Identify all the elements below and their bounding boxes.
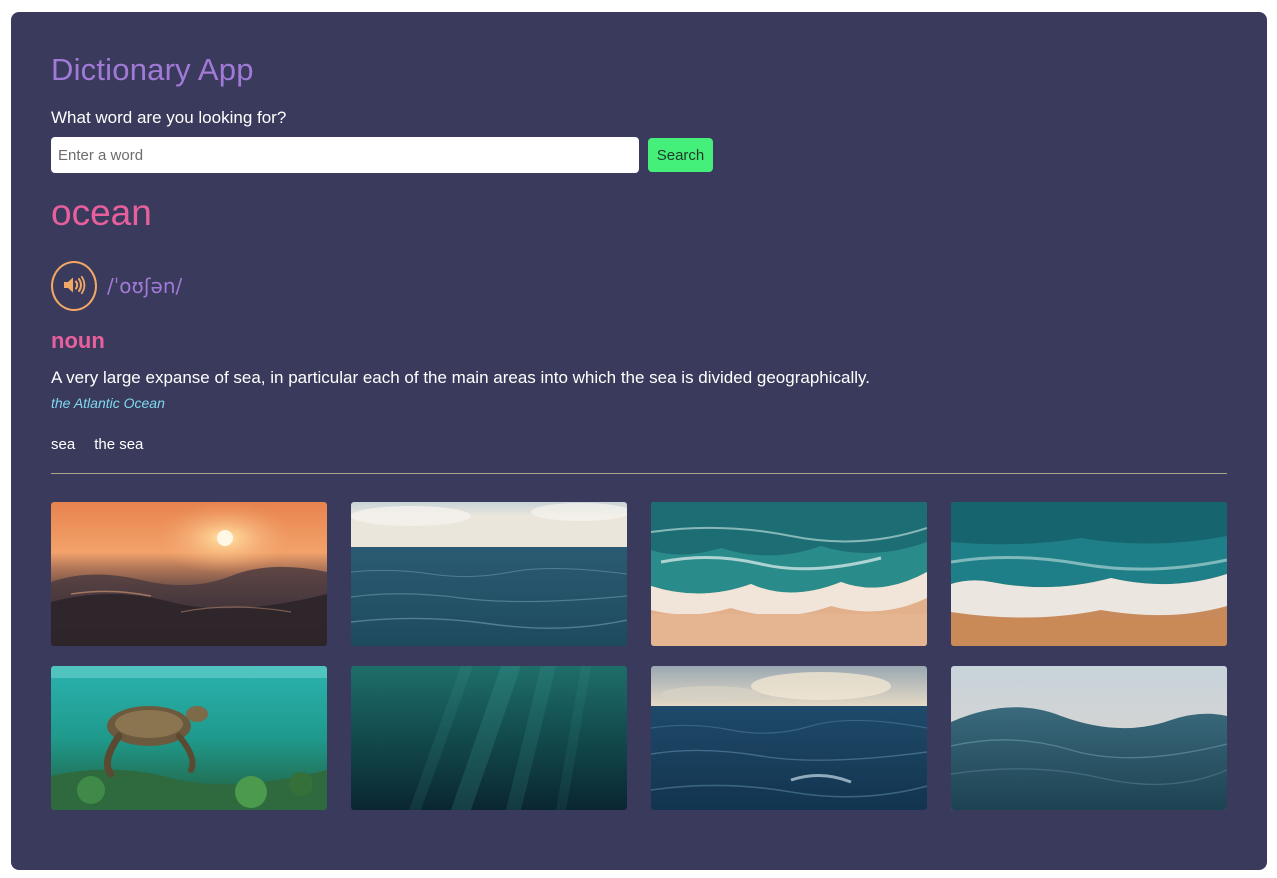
synonym-item: the sea xyxy=(94,436,144,453)
part-of-speech: noun xyxy=(51,328,105,353)
word-heading: ocean xyxy=(51,192,152,233)
open-sea-horizon-photo xyxy=(351,502,627,646)
play-pronunciation-button[interactable] xyxy=(51,261,97,311)
sunset-over-waves-photo xyxy=(51,502,327,646)
app-title: Dictionary App xyxy=(51,52,254,87)
sea-turtle-underwater-photo xyxy=(51,666,327,810)
synonyms-list: sea the sea xyxy=(51,436,143,453)
close-up-calm-wave-photo xyxy=(951,666,1227,810)
choppy-sea-under-clouds-photo xyxy=(651,666,927,810)
aerial-waves-on-beach-photo xyxy=(651,502,927,646)
speaker-icon xyxy=(62,275,86,298)
example-text: the Atlantic Ocean xyxy=(51,395,165,411)
search-prompt-label: What word are you looking for? xyxy=(51,108,287,127)
phonetic-text: /ˈoʊʃən/ xyxy=(107,274,183,298)
search-button[interactable]: Search xyxy=(648,138,713,172)
deep-underwater-light-rays-photo xyxy=(351,666,627,810)
app-card: Dictionary App What word are you looking… xyxy=(11,12,1267,870)
definition-text: A very large expanse of sea, in particul… xyxy=(51,368,870,387)
section-divider xyxy=(51,473,1227,474)
aerial-shoreline-foam-photo xyxy=(951,502,1227,646)
synonym-item: sea xyxy=(51,436,76,453)
search-input[interactable] xyxy=(51,137,639,173)
image-gallery xyxy=(51,502,1227,810)
